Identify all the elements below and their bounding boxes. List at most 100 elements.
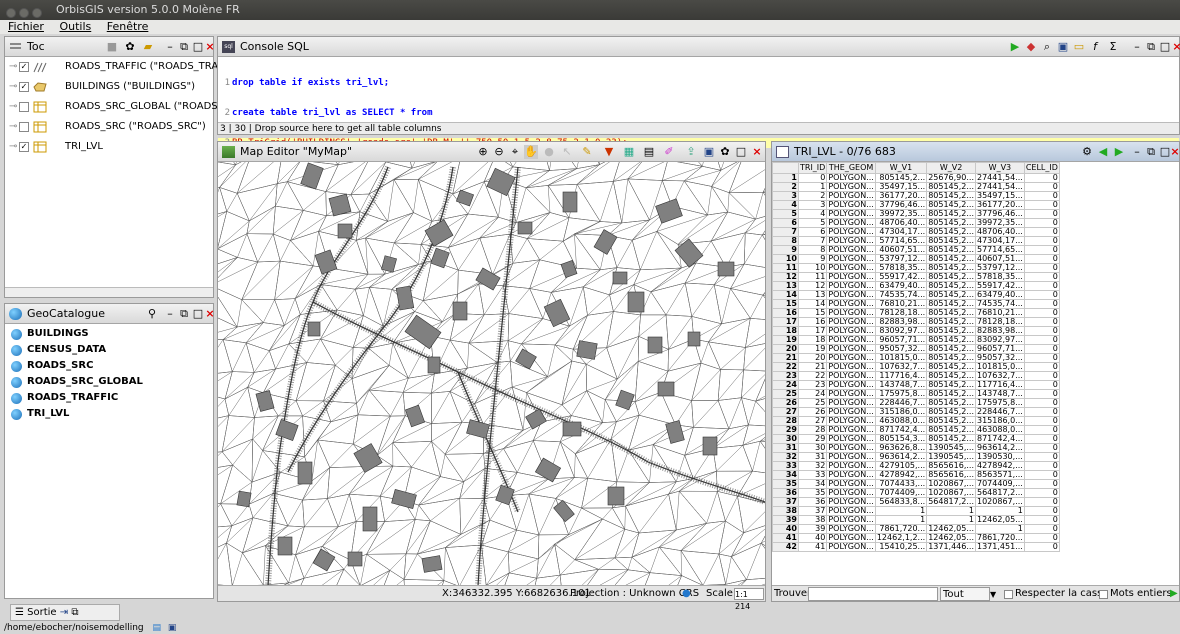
table-cell[interactable]: 805145,2...: [926, 245, 976, 255]
table-cell[interactable]: 15: [797, 308, 828, 318]
table-cell[interactable]: POLYGON...: [826, 254, 876, 264]
table-row[interactable]: 12 11 POLYGON... 55917,42... 805145,2... 5781…: [772, 272, 1060, 282]
column-header[interactable]: CELL_ID: [1023, 162, 1060, 174]
toc-float-icon[interactable]: ⧉: [177, 40, 191, 54]
table-cell[interactable]: POLYGON...: [826, 416, 876, 426]
maximize-window-icon[interactable]: [32, 8, 42, 18]
sql-editor[interactable]: 1 drop table if exists tri_lvl; 2 create t…: [218, 57, 1179, 148]
map-settings-icon[interactable]: ✿: [718, 145, 732, 159]
table-cell[interactable]: 74535,74...: [874, 290, 928, 300]
column-header[interactable]: W_V2: [926, 162, 976, 174]
table-cell[interactable]: POLYGON...: [826, 380, 876, 390]
layer-visibility-checkbox[interactable]: [19, 102, 29, 112]
table-cell[interactable]: 0: [1023, 200, 1060, 210]
table-cell[interactable]: 0: [1023, 173, 1060, 183]
table-row[interactable]: 6 5 POLYGON... 48706,40... 805145,2... 39972,…: [772, 218, 1060, 228]
table-cell[interactable]: POLYGON...: [826, 434, 876, 444]
geocatalogue-item[interactable]: BUILDINGS: [5, 326, 213, 342]
table-cell[interactable]: 40607,51...: [975, 254, 1025, 264]
table-cell[interactable]: 463088,0...: [975, 425, 1025, 435]
geocatalogue-item[interactable]: ROADS_TRAFFIC: [5, 390, 213, 406]
table-cell[interactable]: POLYGON...: [826, 209, 876, 219]
table-cell[interactable]: 805145,2...: [926, 299, 976, 309]
table-cell[interactable]: 805145,2...: [926, 434, 976, 444]
table-cell[interactable]: 53797,12...: [975, 263, 1025, 273]
table-cell[interactable]: 805145,2...: [926, 227, 976, 237]
table-cell[interactable]: POLYGON...: [826, 173, 876, 183]
table-cell[interactable]: 0: [1023, 290, 1060, 300]
table-cell[interactable]: 0: [1023, 254, 1060, 264]
column-header[interactable]: THE_GEOM: [826, 162, 876, 174]
table-row[interactable]: 40 39 POLYGON... 7861,720... 12462,05... 1 0: [772, 524, 1060, 534]
save-map-icon[interactable]: ▣: [702, 145, 716, 159]
table-cell[interactable]: 101815,0...: [874, 353, 928, 363]
table-cell[interactable]: 0: [1023, 335, 1060, 345]
table-cell[interactable]: 0: [1023, 470, 1060, 480]
toc-remove-icon[interactable]: ■: [105, 40, 119, 54]
table-cell[interactable]: 1371,451...: [975, 542, 1025, 552]
table-cell[interactable]: 7: [797, 236, 828, 246]
table-cell[interactable]: 0: [1023, 389, 1060, 399]
table-cell[interactable]: 143748,7...: [975, 389, 1025, 399]
table-cell[interactable]: POLYGON...: [826, 290, 876, 300]
table-cell[interactable]: POLYGON...: [826, 218, 876, 228]
table-row[interactable]: 31 30 POLYGON... 963626,8... 1390545,... 9636…: [772, 443, 1060, 453]
table-cell[interactable]: 0: [797, 173, 828, 183]
table-cell[interactable]: 4278942,...: [874, 470, 928, 480]
table-cell[interactable]: 805145,2...: [926, 326, 976, 336]
table-row[interactable]: 39 38 POLYGON... 1 1 12462,05... 0: [772, 515, 1060, 525]
table-cell[interactable]: 1: [975, 506, 1025, 516]
toc-style-icon[interactable]: ✿: [123, 40, 137, 54]
table-cell[interactable]: 37796,46...: [975, 209, 1025, 219]
table-cell[interactable]: 0: [1023, 497, 1060, 507]
table-cell[interactable]: 6: [797, 227, 828, 237]
open-icon[interactable]: ▭: [1072, 40, 1086, 54]
table-cell[interactable]: 16: [797, 317, 828, 327]
zoom-in-icon[interactable]: ⊕: [476, 145, 490, 159]
table-cell[interactable]: 83092,97...: [975, 335, 1025, 345]
table-cell[interactable]: 175975,8...: [874, 389, 928, 399]
table-cell[interactable]: 35: [797, 488, 828, 498]
column-header[interactable]: W_V3: [975, 162, 1025, 174]
column-header[interactable]: W_V1: [874, 162, 928, 174]
table-row[interactable]: 41 40 POLYGON... 12462,1,2... 12462,05... 786…: [772, 533, 1060, 543]
table-cell[interactable]: 805145,2...: [926, 362, 976, 372]
table-cell[interactable]: 12462,05...: [926, 533, 976, 543]
table-cell[interactable]: 95057,32...: [874, 344, 928, 354]
table-cell[interactable]: POLYGON...: [826, 281, 876, 291]
table-cell[interactable]: 805145,2...: [926, 254, 976, 264]
table-cell[interactable]: POLYGON...: [826, 533, 876, 543]
table-cell[interactable]: 12462,05...: [926, 524, 976, 534]
table-cell[interactable]: 805145,2...: [926, 371, 976, 381]
table-cell[interactable]: 8: [797, 245, 828, 255]
table-cell[interactable]: POLYGON...: [826, 461, 876, 471]
export-icon[interactable]: ⇪: [684, 145, 698, 159]
scale-input[interactable]: 1:1 214: [734, 588, 764, 611]
table-cell[interactable]: 805145,2...: [926, 353, 976, 363]
table-cell[interactable]: POLYGON...: [826, 299, 876, 309]
table-cell[interactable]: 36177,20...: [975, 200, 1025, 210]
table-cell[interactable]: 805145,2...: [926, 182, 976, 192]
menu-fenetre[interactable]: Fenêtre: [107, 20, 149, 33]
table-row[interactable]: 4 3 POLYGON... 37796,46... 805145,2... 36177,…: [772, 200, 1060, 210]
save-workspace-icon[interactable]: ▣: [168, 623, 177, 633]
table-cell[interactable]: POLYGON...: [826, 452, 876, 462]
table-cell[interactable]: 1: [797, 182, 828, 192]
table-cell[interactable]: 8563571,...: [975, 470, 1025, 480]
table-float-icon[interactable]: ⧉: [1144, 145, 1158, 159]
table-cell[interactable]: 9: [797, 254, 828, 264]
measure-icon[interactable]: ✐: [662, 145, 676, 159]
map-close-icon[interactable]: ×: [750, 145, 764, 159]
toc-layer-roads-traffic[interactable]: ⊸ ✓ ROADS_TRAFFIC ("ROADS_TRAFFIC"): [5, 57, 248, 77]
table-cell[interactable]: 20: [797, 353, 828, 363]
table-cell[interactable]: 101815,0...: [975, 362, 1025, 372]
table-cell[interactable]: 57714,65...: [975, 245, 1025, 255]
minimize-window-icon[interactable]: [19, 8, 29, 18]
table-cell[interactable]: 805145,2...: [926, 317, 976, 327]
table-cell[interactable]: POLYGON...: [826, 371, 876, 381]
table-row[interactable]: 33 32 POLYGON... 4279105,... 8565616,... 4278…: [772, 461, 1060, 471]
table-cell[interactable]: POLYGON...: [826, 470, 876, 480]
output-tab[interactable]: ☰ Sortie ⇥ ⧉: [10, 604, 120, 621]
table-cell[interactable]: POLYGON...: [826, 479, 876, 489]
table-cell[interactable]: 805145,2...: [926, 344, 976, 354]
